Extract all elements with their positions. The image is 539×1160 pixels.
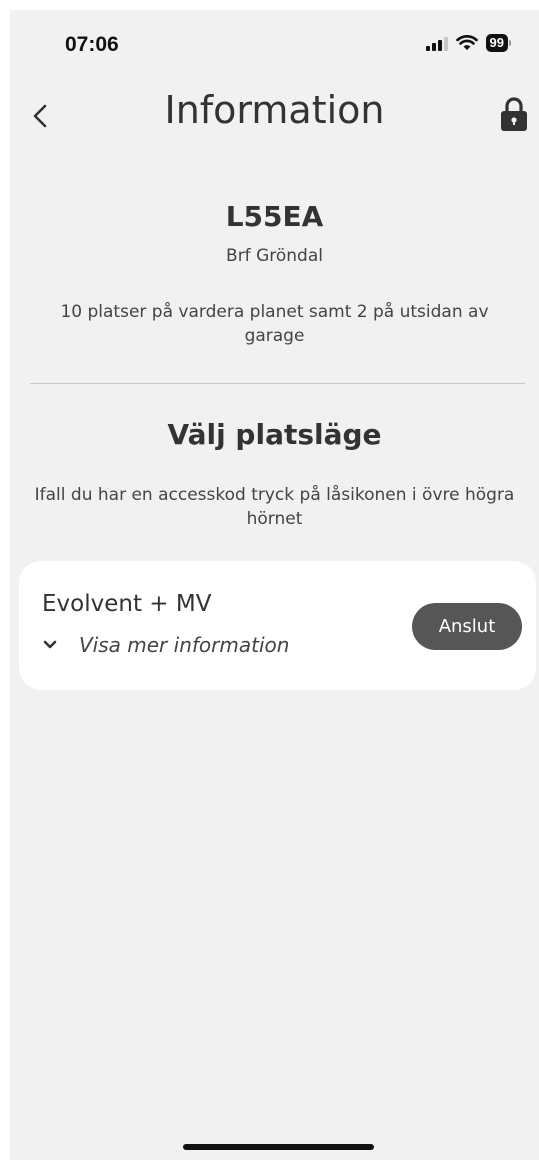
app-screen: 07:06 99 Information L55EA Brf Gröndal 1… xyxy=(10,10,539,1160)
connect-button[interactable]: Anslut xyxy=(412,603,522,650)
status-icons: 99 xyxy=(425,34,511,52)
battery-level: 99 xyxy=(485,34,508,52)
section-hint: Ifall du har en accesskod tryck på låsik… xyxy=(34,485,515,529)
home-indicator[interactable] xyxy=(183,1144,374,1150)
parking-option-card: Evolvent + MV Visa mer information Anslu… xyxy=(19,561,536,690)
site-organization: Brf Gröndal xyxy=(226,246,323,266)
wifi-icon xyxy=(455,35,478,50)
site-code: L55EA xyxy=(225,200,324,233)
signal-icon xyxy=(425,36,448,51)
page-title: Information xyxy=(164,88,385,132)
chevron-down-icon xyxy=(43,640,57,649)
show-more-toggle[interactable]: Visa mer information xyxy=(43,633,289,657)
section-title: Välj platsläge xyxy=(167,418,382,451)
parking-option-name: Evolvent + MV xyxy=(42,591,212,617)
battery-icon: 99 xyxy=(485,34,511,52)
site-description: 10 platser på vardera planet samt 2 på u… xyxy=(60,302,489,346)
show-more-label: Visa mer information xyxy=(79,633,290,657)
lock-icon[interactable] xyxy=(499,96,529,132)
divider xyxy=(30,383,525,384)
status-time: 07:06 xyxy=(65,33,119,56)
